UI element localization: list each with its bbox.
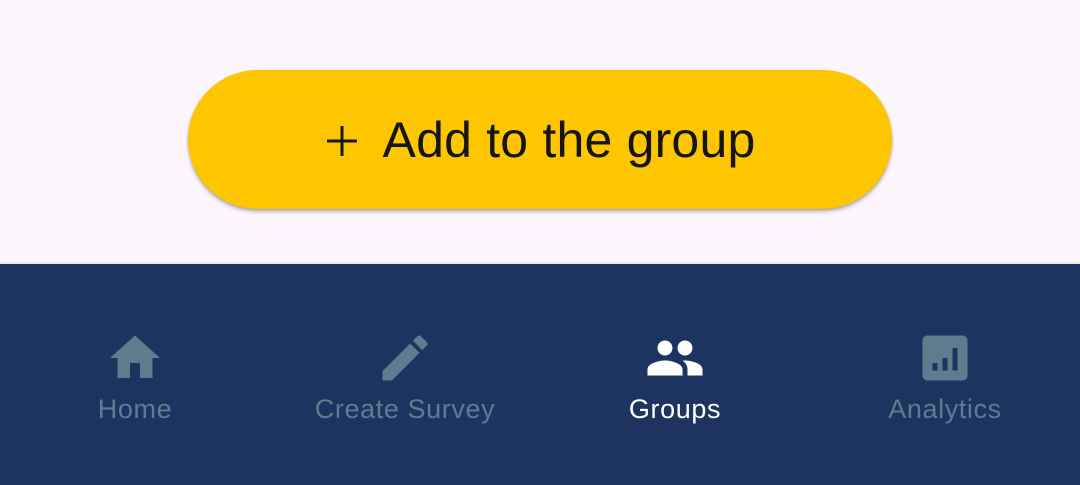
pencil-icon [382,335,428,381]
group-icon [647,340,703,376]
nav-label-analytics: Analytics [888,394,1002,424]
add-to-group-label: Add to the group [382,111,756,168]
plus-icon [326,125,357,156]
nav-item-create-survey[interactable]: Create Survey [270,264,540,485]
bottom-navigation-bar: Home Create Survey Groups Analytics [0,264,1080,485]
home-icon [110,335,160,378]
add-to-group-button[interactable]: Add to the group [188,70,892,209]
nav-item-home[interactable]: Home [0,264,270,485]
nav-item-analytics[interactable]: Analytics [810,264,1080,485]
nav-label-home: Home [97,394,173,424]
nav-label-groups: Groups [628,394,722,424]
nav-item-groups[interactable]: Groups [540,264,810,485]
main-content: Add to the group [0,0,1080,264]
analytics-icon [922,335,968,381]
nav-label-create-survey: Create Survey [314,394,496,424]
